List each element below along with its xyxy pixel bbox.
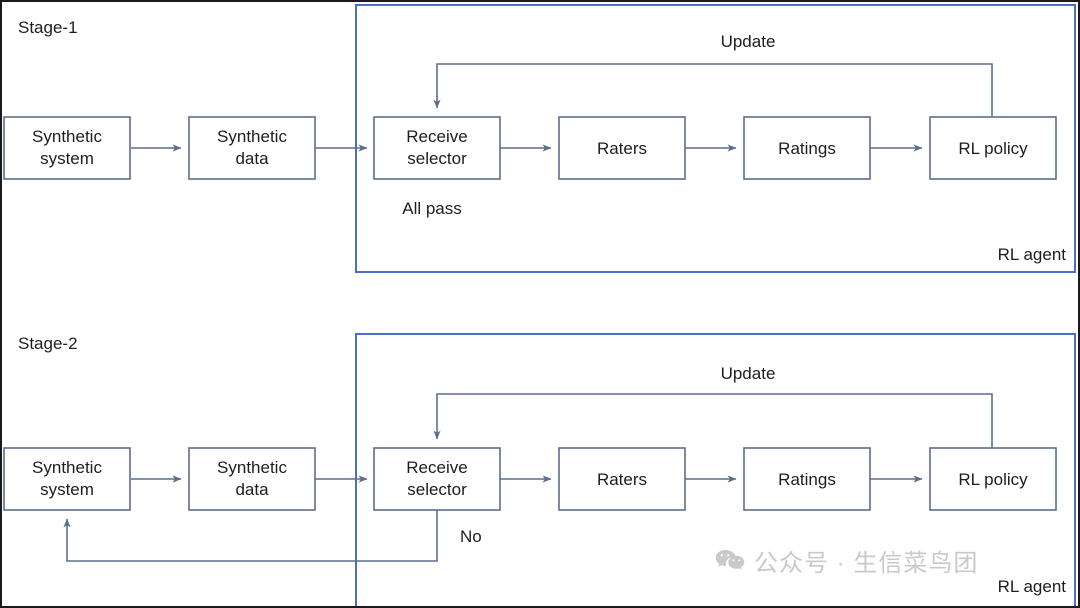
stage-2-node-ratings[interactable]: Ratings <box>743 447 871 511</box>
stage-1-node-receive-selector-line2: selector <box>407 149 467 168</box>
flow-diagram: Stage-1 RL agent Update Synthetic system <box>3 4 1076 606</box>
diagram-canvas: Stage-1 RL agent Update Synthetic system <box>0 0 1080 608</box>
stage-2-node-synthetic-system[interactable]: Synthetic system <box>3 447 131 511</box>
stage-1-node-raters[interactable]: Raters <box>558 116 686 180</box>
stage-1-update-edge <box>433 63 993 116</box>
stage-2-node-receive-selector[interactable]: Receive selector <box>373 447 501 511</box>
stage-1-node-synthetic-system[interactable]: Synthetic system <box>3 116 131 180</box>
stage-2-node-rl-policy-label: RL policy <box>958 470 1028 489</box>
stage-1-update-label: Update <box>721 32 776 51</box>
stage-1-node-synthetic-system-line1: Synthetic <box>32 127 102 146</box>
stage-1-node-receive-selector-line1: Receive <box>406 127 467 146</box>
stage-2-update-label: Update <box>721 364 776 383</box>
stage-2-group: Stage-2 RL agent Update No Synthetic sys… <box>3 333 1076 606</box>
stage-2-node-receive-selector-line2: selector <box>407 480 467 499</box>
stage-2-label: Stage-2 <box>18 334 78 353</box>
stage-1-node-ratings[interactable]: Ratings <box>743 116 871 180</box>
stage-1-node-synthetic-data[interactable]: Synthetic data <box>188 116 316 180</box>
stage-1-node-receive-selector[interactable]: Receive selector <box>373 116 501 180</box>
stage-1-node-raters-label: Raters <box>597 139 647 158</box>
stage-2-rl-agent-label: RL agent <box>998 577 1067 596</box>
stage-2-no-label: No <box>460 527 482 546</box>
stage-2-node-ratings-label: Ratings <box>778 470 836 489</box>
stage-2-no-feedback-edge <box>63 510 438 562</box>
stage-1-node-ratings-label: Ratings <box>778 139 836 158</box>
stage-2-node-rl-policy[interactable]: RL policy <box>929 447 1057 511</box>
stage-1-node-synthetic-data-line2: data <box>235 149 269 168</box>
stage-2-node-synthetic-data[interactable]: Synthetic data <box>188 447 316 511</box>
stage-2-node-synthetic-data-line1: Synthetic <box>217 458 287 477</box>
stage-2-update-edge <box>433 393 993 448</box>
stage-2-node-synthetic-system-line2: system <box>40 480 94 499</box>
stage-1-node-rl-policy-label: RL policy <box>958 139 1028 158</box>
stage-2-node-receive-selector-line1: Receive <box>406 458 467 477</box>
stage-1-node-rl-policy[interactable]: RL policy <box>929 116 1057 180</box>
stage-1-node-synthetic-system-line2: system <box>40 149 94 168</box>
stage-1-group: Stage-1 RL agent Update Synthetic system <box>3 4 1076 273</box>
stage-2-node-raters-label: Raters <box>597 470 647 489</box>
stage-1-label: Stage-1 <box>18 18 78 37</box>
stage-1-rl-agent-label: RL agent <box>998 245 1067 264</box>
stage-1-node-synthetic-data-line1: Synthetic <box>217 127 287 146</box>
stage-2-node-synthetic-system-line1: Synthetic <box>32 458 102 477</box>
stage-1-all-pass-label: All pass <box>402 199 462 218</box>
stage-2-node-synthetic-data-line2: data <box>235 480 269 499</box>
stage-2-node-raters[interactable]: Raters <box>558 447 686 511</box>
